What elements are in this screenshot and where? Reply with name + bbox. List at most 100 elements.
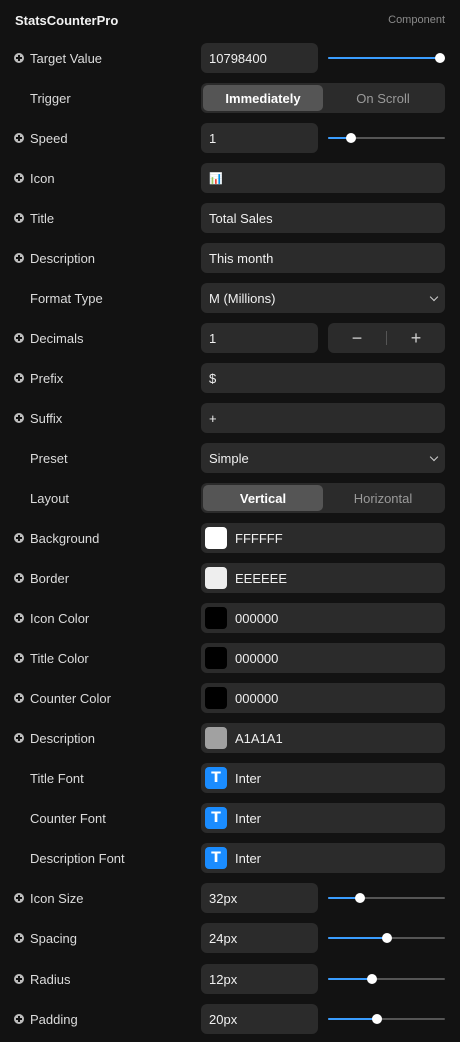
add-icon[interactable]: [14, 53, 24, 63]
layout-option-vertical[interactable]: Vertical: [203, 485, 323, 511]
add-icon[interactable]: [14, 653, 24, 663]
row-counter-color: Counter Color 000000: [0, 683, 460, 713]
speed-slider[interactable]: [328, 123, 445, 153]
title-color-label: Title Color: [30, 650, 89, 666]
add-icon[interactable]: [14, 413, 24, 423]
add-icon[interactable]: [14, 213, 24, 223]
suffix-label: Suffix: [30, 410, 63, 426]
description-color-field[interactable]: A1A1A1: [201, 723, 445, 753]
icon-color-field[interactable]: 000000: [201, 603, 445, 633]
radius-label: Radius: [30, 971, 71, 987]
description-font-value: Inter: [235, 850, 262, 866]
format-type-label: Format Type: [30, 290, 103, 306]
color-swatch[interactable]: [205, 607, 227, 629]
title-color-field[interactable]: 000000: [201, 643, 445, 673]
add-icon[interactable]: [14, 974, 24, 984]
speed-input[interactable]: 1: [201, 123, 318, 153]
speed-label: Speed: [30, 130, 68, 146]
background-label: Background: [30, 530, 100, 546]
slider-knob[interactable]: [372, 1014, 383, 1024]
bar-chart-icon: 📊: [209, 171, 223, 185]
icon-input[interactable]: 📊: [201, 163, 445, 193]
add-icon[interactable]: [14, 133, 24, 143]
font-icon: T: [205, 767, 227, 789]
border-color-field[interactable]: EEEEEE: [201, 563, 445, 593]
preset-value: Simple: [209, 450, 249, 466]
padding-slider[interactable]: [328, 1004, 445, 1034]
trigger-option-immediately[interactable]: Immediately: [203, 85, 323, 111]
add-icon[interactable]: [14, 893, 24, 903]
preset-select[interactable]: Simple: [201, 443, 445, 473]
target-value-input[interactable]: 10798400: [201, 43, 318, 73]
target-value-slider[interactable]: [328, 43, 445, 73]
slider-knob[interactable]: [435, 53, 445, 63]
title-font-field[interactable]: T Inter: [201, 763, 445, 793]
radius-input[interactable]: 12px: [201, 964, 318, 994]
counter-font-field[interactable]: T Inter: [201, 803, 445, 833]
add-icon[interactable]: [14, 253, 24, 263]
color-swatch[interactable]: [205, 527, 227, 549]
suffix-input[interactable]: +: [201, 403, 445, 433]
color-swatch[interactable]: [205, 567, 227, 589]
description-font-field[interactable]: T Inter: [201, 843, 445, 873]
add-icon[interactable]: [14, 733, 24, 743]
slider-knob[interactable]: [367, 974, 378, 984]
slider-knob[interactable]: [346, 133, 357, 143]
spacing-input[interactable]: 24px: [201, 923, 318, 953]
row-radius: Radius 12px: [0, 964, 460, 994]
add-icon[interactable]: [14, 613, 24, 623]
spacing-slider[interactable]: [328, 923, 445, 953]
counter-color-label: Counter Color: [30, 690, 111, 706]
row-title-color: Title Color 000000: [0, 643, 460, 673]
icon-size-input[interactable]: 32px: [201, 883, 318, 913]
row-layout: Layout Vertical Horizontal: [0, 483, 460, 513]
row-border: Border EEEEEE: [0, 563, 460, 593]
layout-label: Layout: [30, 490, 70, 506]
decrement-button[interactable]: −: [328, 323, 386, 353]
row-icon: Icon 📊: [0, 163, 460, 193]
background-color-field[interactable]: FFFFFF: [201, 523, 445, 553]
add-icon[interactable]: [14, 173, 24, 183]
row-icon-color: Icon Color 000000: [0, 603, 460, 633]
description-label: Description: [30, 250, 96, 266]
row-icon-size: Icon Size 32px: [0, 883, 460, 913]
row-description-font: Description Font T Inter: [0, 843, 460, 873]
border-hex: EEEEEE: [235, 570, 288, 586]
decimals-input[interactable]: 1: [201, 323, 318, 353]
add-icon[interactable]: [14, 933, 24, 943]
increment-button[interactable]: +: [387, 323, 445, 353]
description-input[interactable]: This month: [201, 243, 445, 273]
row-speed: Speed 1: [0, 123, 460, 153]
layout-option-horizontal[interactable]: Horizontal: [323, 485, 443, 511]
add-icon[interactable]: [14, 533, 24, 543]
radius-slider[interactable]: [328, 964, 445, 994]
prefix-input[interactable]: $: [201, 363, 445, 393]
trigger-option-on-scroll[interactable]: On Scroll: [323, 85, 443, 111]
decimals-label: Decimals: [30, 330, 84, 346]
prefix-label: Prefix: [30, 370, 64, 386]
counter-color-field[interactable]: 000000: [201, 683, 445, 713]
row-format-type: Format Type M (Millions): [0, 283, 460, 313]
add-icon[interactable]: [14, 373, 24, 383]
add-icon[interactable]: [14, 333, 24, 343]
trigger-segmented-control: Immediately On Scroll: [201, 83, 445, 113]
row-suffix: Suffix +: [0, 403, 460, 433]
padding-input[interactable]: 20px: [201, 1004, 318, 1034]
add-icon[interactable]: [14, 573, 24, 583]
color-swatch[interactable]: [205, 647, 227, 669]
row-spacing: Spacing 24px: [0, 923, 460, 953]
format-type-select[interactable]: M (Millions): [201, 283, 445, 313]
slider-knob[interactable]: [381, 933, 392, 943]
add-icon[interactable]: [14, 693, 24, 703]
preset-label: Preset: [30, 450, 68, 466]
component-title: StatsCounterPro: [15, 12, 119, 28]
title-font-value: Inter: [235, 770, 262, 786]
add-icon[interactable]: [14, 1014, 24, 1024]
icon-size-slider[interactable]: [328, 883, 445, 913]
color-swatch[interactable]: [205, 727, 227, 749]
icon-color-hex: 000000: [235, 610, 279, 626]
format-type-value: M (Millions): [209, 290, 276, 306]
color-swatch[interactable]: [205, 687, 227, 709]
slider-knob[interactable]: [354, 893, 365, 903]
title-input[interactable]: Total Sales: [201, 203, 445, 233]
